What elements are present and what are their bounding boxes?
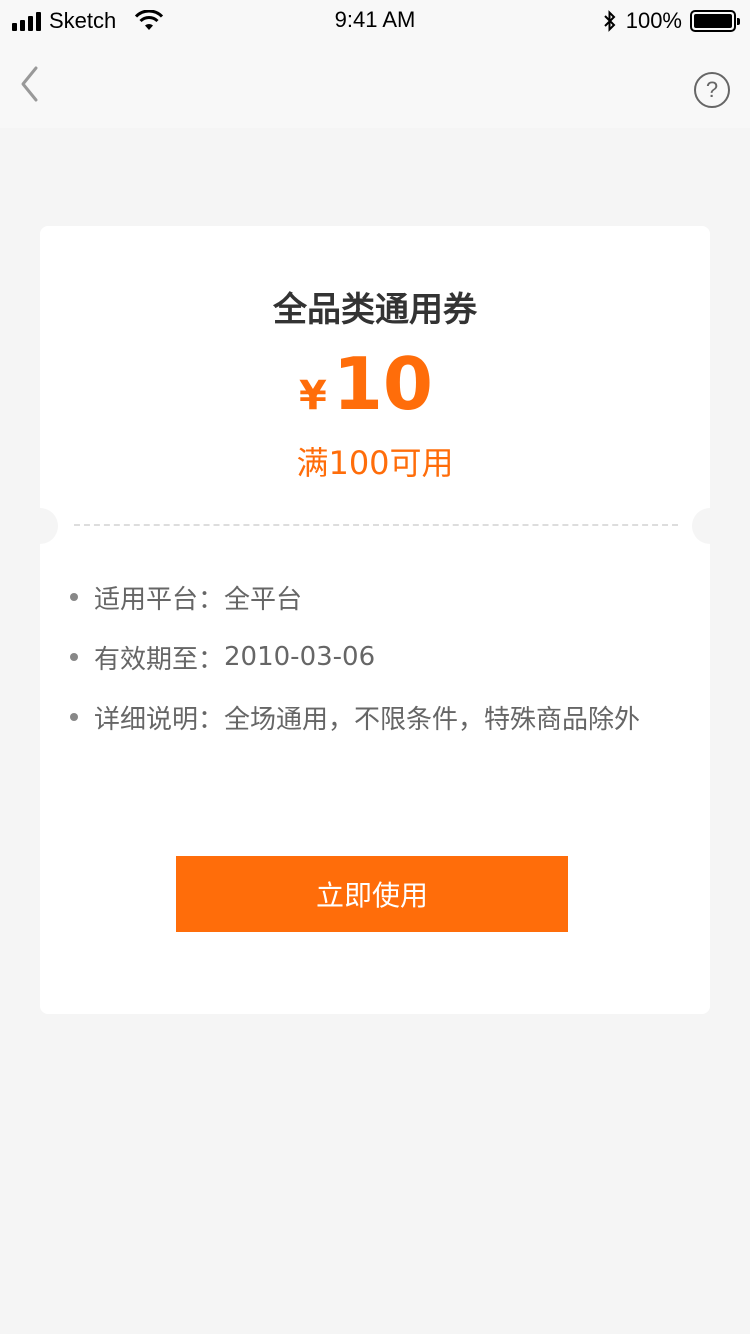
battery-tip (737, 18, 740, 25)
coupon-title: 全品类通用券 (273, 290, 477, 330)
coupon-amount: ¥ 10 (40, 348, 710, 420)
info-item-details: 详细说明： 全场通用，不限条件，特殊商品除外 (70, 702, 690, 735)
bluetooth-icon (604, 10, 616, 32)
usage-condition: 满100可用 (296, 444, 454, 482)
info-value: 2010-03-06 (224, 642, 376, 672)
info-label: 有效期至： (94, 644, 225, 675)
info-value: 全场通用，不限条件，特殊商品除外 (224, 704, 641, 735)
bullet-icon (70, 713, 78, 721)
info-value: 全平台 (224, 584, 303, 615)
bullet-icon (70, 653, 78, 661)
bullet-icon (70, 593, 78, 601)
dashed-divider (74, 524, 678, 526)
ticket-notch-right (692, 508, 728, 544)
coupon-info-list: 适用平台： 全平台 有效期至： 2010-03-06 详细说明： 全场通用，不限… (70, 582, 690, 762)
status-right: 100% (602, 8, 740, 34)
use-now-button[interactable]: 立即使用 (176, 856, 568, 932)
amount-value: 10 (332, 342, 434, 426)
status-bar: Sketch 9:41 AM 100% (0, 0, 750, 40)
navigation-bar: ? (0, 40, 750, 128)
info-label: 适用平台： (94, 584, 225, 615)
info-item-platform: 适用平台： 全平台 (70, 582, 690, 615)
battery-fill (694, 14, 732, 28)
battery-icon (690, 10, 740, 32)
battery-percentage: 100% (625, 8, 682, 33)
info-label: 详细说明： (94, 704, 225, 735)
ticket-notch-left (22, 508, 58, 544)
help-button[interactable]: ? (694, 72, 730, 108)
help-circle-icon: ? (705, 77, 719, 102)
info-item-expiry: 有效期至： 2010-03-06 (70, 642, 690, 675)
coupon-card: 全品类通用券 ¥ 10 满100可用 适用平台： 全平台 有效期至： 2010-… (22, 226, 728, 1014)
currency-symbol: ¥ (298, 373, 327, 419)
chevron-left-icon[interactable] (16, 64, 46, 104)
